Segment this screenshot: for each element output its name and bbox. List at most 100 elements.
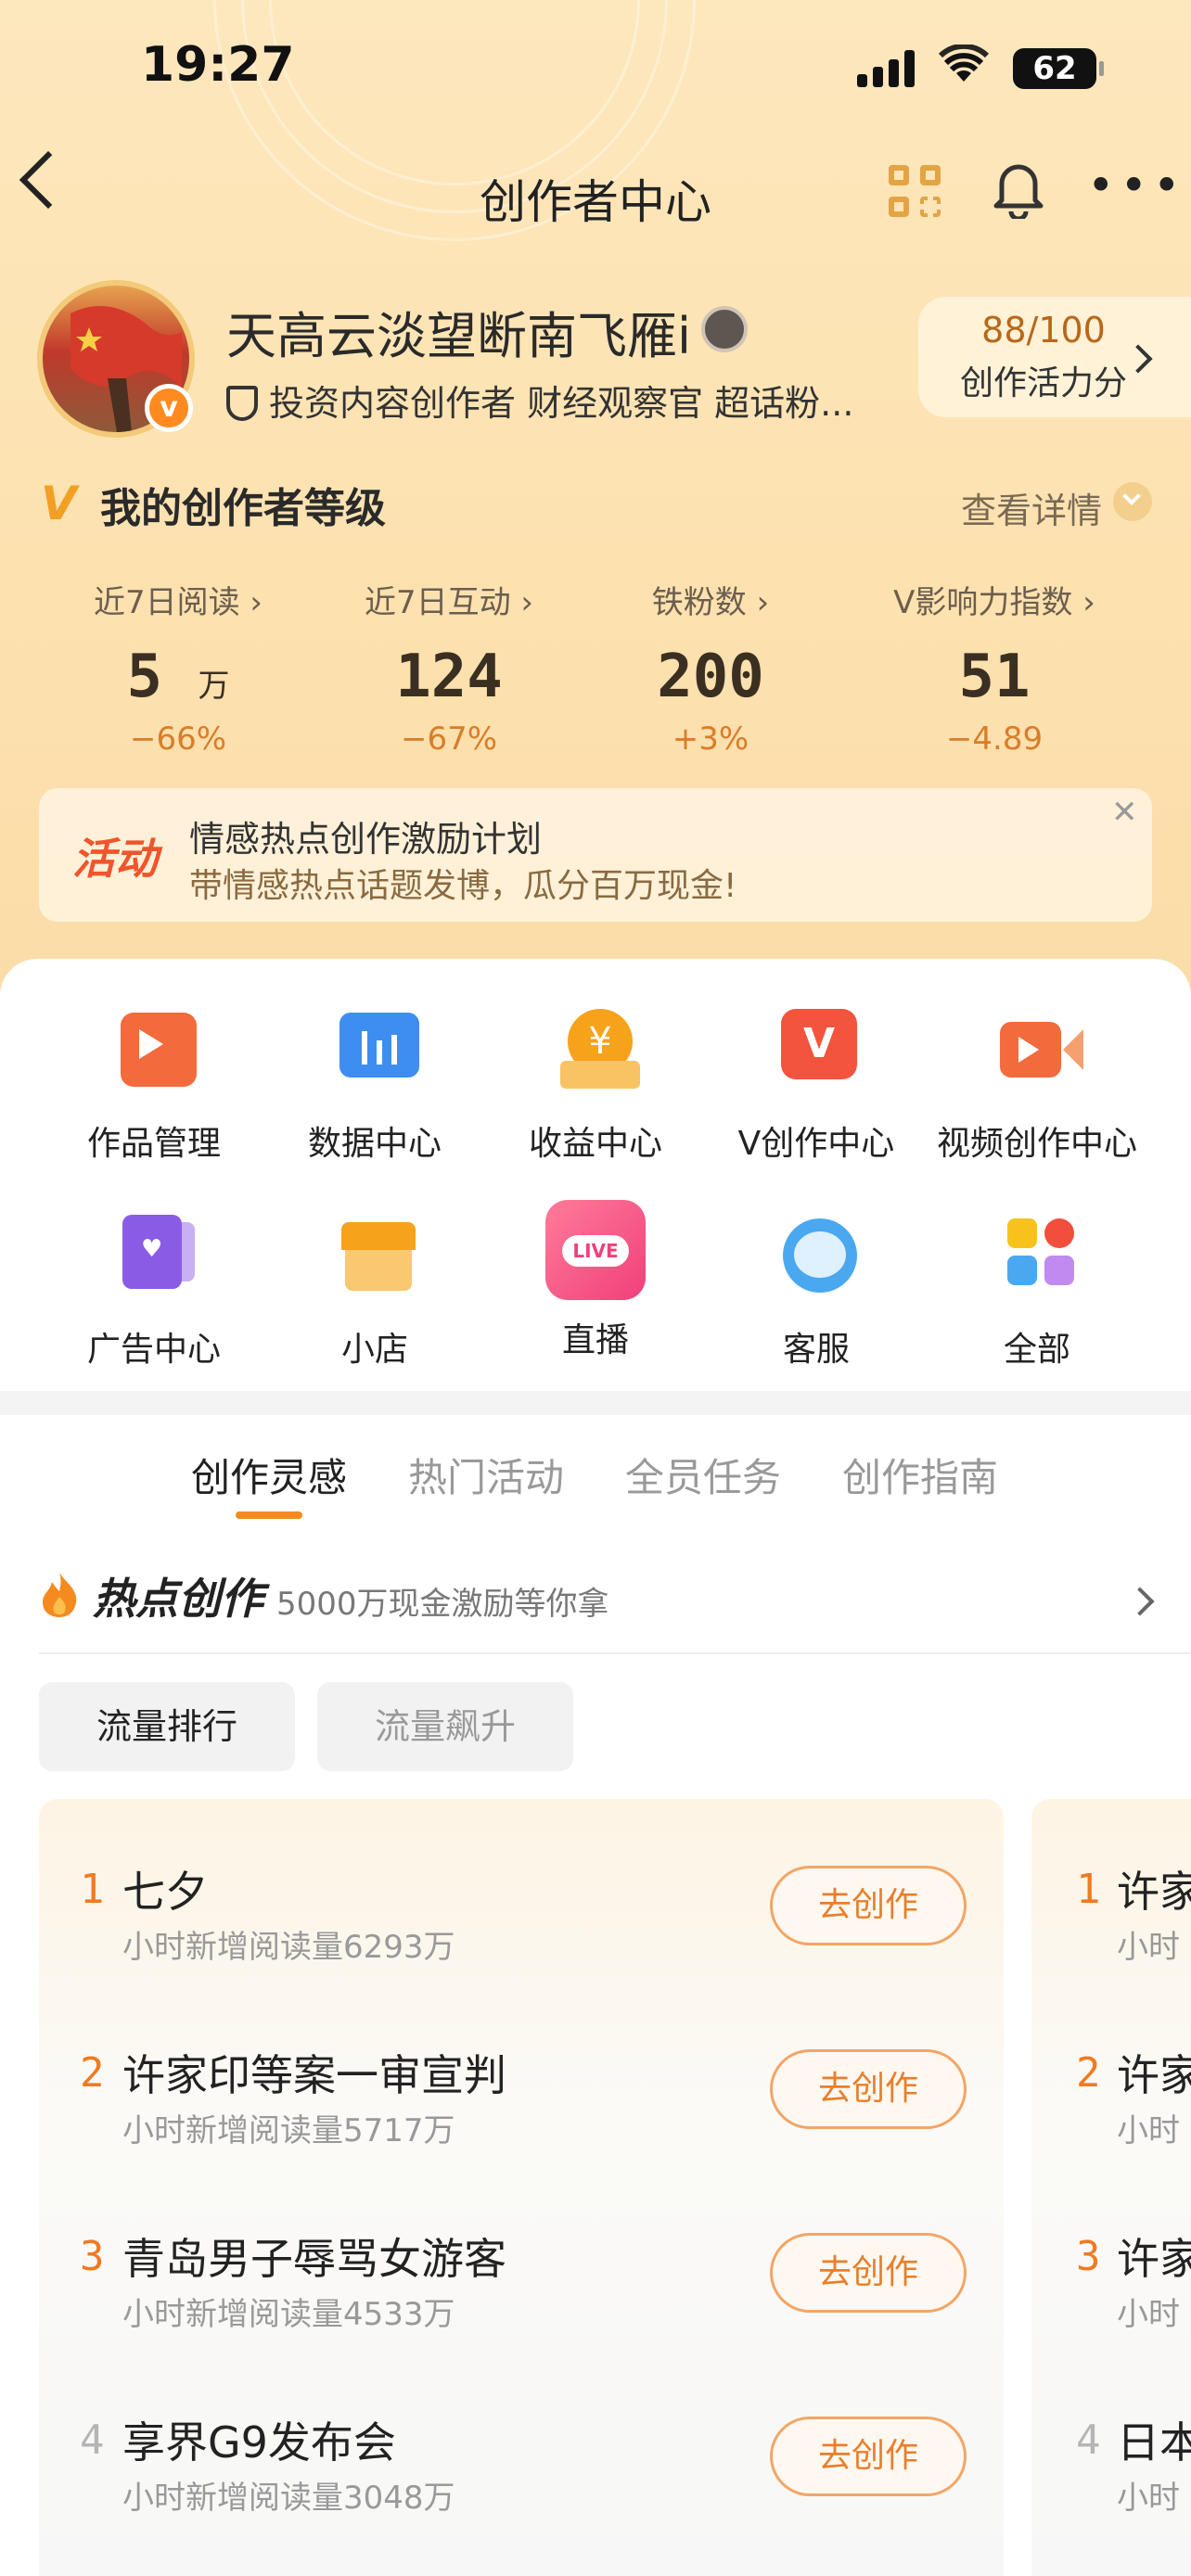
- list-item-next[interactable]: 3 许家 小时: [1031, 2207, 1191, 2391]
- go-create-button[interactable]: 去创作: [770, 2049, 967, 2129]
- tool-customer-service[interactable]: 客服: [705, 1209, 928, 1371]
- topic-reads: 小时新增阅读量3048万: [122, 2480, 455, 2517]
- list-item[interactable]: 2 许家印等案一审宣判 小时新增阅读量5717万 去创作: [39, 2023, 1004, 2207]
- stat-label: 近7日互动: [364, 584, 511, 621]
- list-item[interactable]: 4 享界G9发布会 小时新增阅读量3048万 去创作: [39, 2391, 1004, 2574]
- stat-change: −66%: [129, 721, 227, 758]
- topic-reads: 小时: [1117, 2112, 1180, 2149]
- go-create-button[interactable]: 去创作: [770, 2417, 967, 2496]
- rank-number: 4: [80, 2417, 105, 2464]
- topic-reads: 小时: [1117, 2296, 1180, 2333]
- topic-title: 日本: [1117, 2417, 1191, 2468]
- stat-change: −4.89: [945, 721, 1044, 758]
- tab-creation-inspiration[interactable]: 创作灵感: [191, 1447, 347, 1503]
- topic-title: 享界G9发布会: [122, 2417, 396, 2468]
- banner-title: 情感热点创作激励计划: [189, 819, 543, 860]
- topic-title: 许家: [1117, 1867, 1191, 1917]
- view-details-link[interactable]: 查看详情: [961, 482, 1102, 533]
- tab-creation-guide[interactable]: 创作指南: [842, 1447, 998, 1503]
- flame-icon: [39, 1571, 80, 1629]
- stat-value: 124: [395, 643, 503, 711]
- rank-number: 4: [1076, 2417, 1101, 2464]
- topic-reads: 小时新增阅读量6293万: [122, 1929, 455, 1966]
- banner-subtitle: 带情感热点话题发博，瓜分百万现金!: [189, 867, 737, 905]
- topic-title: 许家: [1117, 2234, 1191, 2284]
- battery-level: 62: [1032, 50, 1077, 87]
- data-icon: [328, 1003, 421, 1096]
- list-item[interactable]: 1 七夕 小时新增阅读量6293万 去创作: [39, 1840, 1004, 2023]
- tool-data-center[interactable]: 数据中心: [263, 1003, 486, 1165]
- rank-number: 1: [1076, 1866, 1101, 1913]
- creator-level-v-icon: V: [41, 477, 77, 530]
- divider: [39, 1652, 1191, 1654]
- level-medal-icon[interactable]: [701, 306, 748, 352]
- all-icon: [991, 1209, 1083, 1302]
- topic-title: 许家: [1117, 2050, 1191, 2100]
- list-item-next[interactable]: 4 日本 小时: [1031, 2391, 1191, 2574]
- stat-label: 铁粉数: [651, 584, 747, 621]
- go-create-button[interactable]: 去创作: [770, 2233, 967, 2313]
- list-item[interactable]: 3 青岛男子辱骂女游客 小时新增阅读量4533万 去创作: [39, 2207, 1004, 2391]
- tool-all[interactable]: 全部: [926, 1209, 1148, 1371]
- close-icon[interactable]: ✕: [1111, 794, 1138, 831]
- tool-label: 视频创作中心: [936, 1125, 1137, 1163]
- ad-icon: ♥: [108, 1209, 200, 1302]
- rank-number: 1: [80, 1866, 105, 1913]
- section-divider: [0, 1391, 1191, 1415]
- chip-traffic-rising[interactable]: 流量飙升: [317, 1682, 573, 1771]
- more-icon[interactable]: •••: [1087, 162, 1185, 209]
- tool-v-creation-center[interactable]: V V创作中心: [705, 1003, 928, 1165]
- stat-interactions-7d[interactable]: 近7日互动 › 124 −67%: [310, 577, 588, 758]
- stat-value: 200: [657, 643, 764, 711]
- bell-icon[interactable]: [991, 158, 1046, 222]
- active-tab-indicator: [236, 1511, 302, 1519]
- tool-live[interactable]: LIVE 直播: [484, 1200, 707, 1361]
- qr-code-icon[interactable]: [889, 165, 941, 217]
- go-create-button[interactable]: 去创作: [770, 1866, 967, 1945]
- chip-traffic-ranking[interactable]: 流量排行: [39, 1682, 295, 1771]
- tab-all-member-tasks[interactable]: 全员任务: [625, 1447, 781, 1503]
- list-item-next[interactable]: 2 许家 小时: [1031, 2023, 1191, 2207]
- tool-shop[interactable]: 小店: [263, 1209, 486, 1371]
- chevron-down-icon[interactable]: [1113, 482, 1152, 521]
- tool-video-creation-center[interactable]: 视频创作中心: [926, 1003, 1148, 1165]
- user-name[interactable]: 天高云淡望断南飞雁i: [226, 295, 691, 368]
- tab-hot-activities[interactable]: 热门活动: [408, 1447, 564, 1503]
- shield-icon: [226, 386, 258, 421]
- topic-reads: 小时新增阅读量5717万: [122, 2112, 455, 2149]
- battery-icon: 62: [1013, 48, 1104, 89]
- creator-level-title: 我的创作者等级: [100, 485, 386, 532]
- wifi-icon: [938, 43, 990, 96]
- tool-label: 广告中心: [86, 1331, 221, 1369]
- stat-change: −67%: [400, 721, 498, 758]
- tool-income-center[interactable]: ¥ 收益中心: [484, 1003, 707, 1165]
- creator-tags[interactable]: 投资内容创作者 财经观察官 超话粉...: [226, 375, 853, 426]
- rank-number: 2: [1076, 2049, 1101, 2097]
- stat-unit: 万: [198, 669, 230, 704]
- tool-works-management[interactable]: 作品管理: [43, 1003, 265, 1165]
- topic-title: 青岛男子辱骂女游客: [122, 2234, 506, 2284]
- stat-reads-7d[interactable]: 近7日阅读 › 5 万 −66%: [39, 577, 317, 758]
- tool-ad-center[interactable]: ♥ 广告中心: [43, 1209, 265, 1371]
- support-icon: [770, 1209, 863, 1302]
- tool-label: 数据中心: [307, 1125, 442, 1163]
- hot-creation-title: 热点创作: [93, 1574, 263, 1624]
- creator-tags-text: 投资内容创作者 财经观察官 超话粉...: [269, 383, 854, 424]
- stat-iron-fans[interactable]: 铁粉数 › 200 +3%: [571, 577, 850, 758]
- works-icon: [108, 1003, 200, 1096]
- chevron-right-icon[interactable]: [1125, 1587, 1155, 1616]
- cellular-signal-icon: [857, 50, 920, 87]
- rank-number: 2: [80, 2049, 105, 2097]
- stat-label: 近7日阅读: [93, 584, 240, 621]
- stat-v-influence[interactable]: V影响力指数 › 51 −4.89: [855, 577, 1133, 758]
- tool-label: 作品管理: [86, 1125, 221, 1163]
- list-item-next[interactable]: 1 许家 小时: [1031, 1840, 1191, 2023]
- hot-creation-subtitle: 5000万现金激励等你拿: [276, 1586, 609, 1623]
- activity-score: 88/100: [981, 310, 1106, 351]
- status-time: 19:27: [141, 37, 295, 93]
- activity-tag: 活动: [72, 834, 158, 884]
- stat-label: V影响力指数: [893, 584, 1073, 621]
- topic-reads: 小时: [1117, 1929, 1180, 1966]
- tool-label: 全部: [1003, 1331, 1070, 1369]
- stat-value: 51: [958, 643, 1031, 711]
